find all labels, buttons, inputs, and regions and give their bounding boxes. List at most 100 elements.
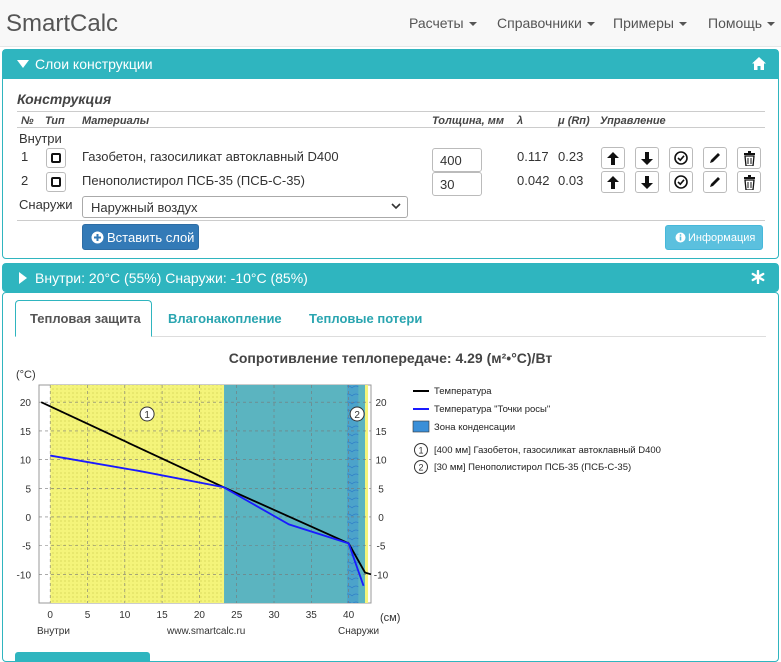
tab-moisture-label[interactable]: Влагонакопление (168, 311, 282, 326)
check-button[interactable] (669, 171, 693, 193)
y-tick-label-right: 0 (378, 513, 384, 524)
nav-help-label: Помощь (708, 15, 763, 31)
divider (17, 111, 765, 112)
row-1-thickness-input[interactable] (432, 148, 482, 172)
section-title: Конструкция (17, 91, 112, 107)
navbar: SmartCalc Расчеты Справочники Примеры По… (0, 0, 781, 47)
nav-calculations[interactable]: Расчеты (409, 15, 477, 31)
outside-label: Снаружи (19, 197, 73, 212)
layer-marker-label: 2 (354, 410, 360, 421)
inside-axis-label: Внутри (37, 626, 70, 637)
insert-layer-label: Вставить слой (107, 230, 195, 245)
inside-label: Внутри (19, 131, 62, 146)
layers-panel-header[interactable]: Слои конструкции (3, 50, 778, 79)
bottom-action-button[interactable] (15, 652, 150, 662)
climate-panel: Внутри: 20°C (55%) Снаружи: -10°C (85%) (2, 263, 779, 292)
check-circle-icon (674, 175, 688, 189)
y-tick-label-left: 10 (20, 456, 32, 467)
site-label: www.smartcalc.ru (166, 626, 245, 637)
x-tick-label: 40 (343, 610, 355, 621)
plus-circle-icon (91, 231, 104, 244)
pencil-icon (710, 153, 720, 163)
check-circle-icon (674, 151, 688, 165)
caret-down-icon (468, 22, 477, 27)
y-tick-label-right: 10 (375, 456, 387, 467)
trash-icon (743, 174, 755, 190)
x-axis-label: (см) (380, 612, 400, 624)
x-tick-label: 10 (119, 610, 131, 621)
col-thickness: Толщина, мм (432, 115, 505, 127)
edit-button[interactable] (703, 171, 727, 193)
outside-axis-label: Снаружи (338, 626, 379, 637)
col-control: Управление (600, 115, 666, 127)
y-tick-label-right: -5 (377, 542, 386, 553)
col-lambda: λ (517, 115, 524, 127)
insert-layer-button[interactable]: Вставить слой (82, 224, 199, 250)
col-num: № (21, 115, 34, 127)
x-tick-label: 20 (194, 610, 206, 621)
row-1-mu: 0.23 (558, 149, 584, 164)
y-tick-label-right: 5 (378, 484, 384, 495)
brand-logo[interactable]: SmartCalc (6, 10, 118, 38)
layer-band-2 (224, 385, 366, 603)
edit-button[interactable] (703, 147, 727, 169)
legend-label: [400 мм] Газобетон, газосиликат автоклав… (434, 445, 661, 456)
tab-thermal-protection-label[interactable]: Тепловая защита (30, 311, 141, 326)
pencil-icon (710, 177, 720, 187)
caret-down-icon (586, 22, 595, 27)
move-up-button[interactable] (601, 147, 625, 169)
y-tick-label-right: 15 (375, 427, 387, 438)
arrow-up-icon (607, 151, 619, 165)
row-1-lambda: 0.117 (517, 149, 549, 164)
home-icon[interactable] (751, 56, 767, 71)
outside-select-value: Наружный воздух (91, 200, 198, 215)
climate-panel-header[interactable]: Внутри: 20°C (55%) Снаружи: -10°C (85%) (3, 264, 778, 291)
asterisk-icon[interactable] (751, 270, 765, 284)
collapse-triangle-icon (17, 60, 29, 68)
y-tick-label-left: 5 (25, 484, 31, 495)
col-type: Тип (45, 115, 65, 127)
move-up-button[interactable] (601, 171, 625, 193)
row-1-material[interactable]: Газобетон, газосиликат автоклавный D400 (82, 149, 339, 164)
legend-label: Зона конденсации (434, 422, 515, 433)
move-down-button[interactable] (635, 147, 659, 169)
layer-type-button[interactable] (46, 148, 66, 168)
delete-button[interactable] (737, 171, 761, 193)
row-2-material[interactable]: Пенополистирол ПСБ-35 (ПСБ-С-35) (82, 173, 305, 188)
nav-help[interactable]: Помощь (708, 15, 776, 31)
y-tick-label-left: 0 (25, 513, 31, 524)
x-tick-label: 35 (306, 610, 318, 621)
y-tick-label-left: 15 (20, 427, 32, 438)
legend-marker-label: 1 (418, 446, 423, 456)
nav-references[interactable]: Справочники (497, 15, 595, 31)
trash-icon (743, 150, 755, 166)
legend-label: [30 мм] Пенополистирол ПСБ-35 (ПСБ-С-35) (434, 462, 631, 473)
nav-examples[interactable]: Примеры (613, 15, 687, 31)
outside-environment-select[interactable]: Наружный воздух (82, 196, 408, 218)
info-button[interactable]: Информация (665, 225, 763, 250)
arrow-up-icon (607, 175, 619, 189)
row-1-num: 1 (21, 149, 29, 164)
climate-panel-title: Внутри: 20°C (55%) Снаружи: -10°C (85%) (35, 270, 308, 286)
row-2-num: 2 (21, 173, 29, 188)
caret-down-icon (767, 22, 776, 27)
y-tick-label-right: 20 (375, 398, 387, 409)
divider (17, 220, 765, 221)
caret-down-icon (678, 22, 687, 27)
nav-references-label: Справочники (497, 15, 582, 31)
tab-heat-loss-label[interactable]: Тепловые потери (309, 311, 422, 326)
y-tick-label-right: -10 (374, 570, 389, 581)
layer-type-button[interactable] (46, 172, 66, 192)
x-tick-label: 25 (231, 610, 243, 621)
delete-button[interactable] (737, 147, 761, 169)
arrow-down-icon (641, 151, 653, 165)
move-down-button[interactable] (635, 171, 659, 193)
x-tick-label: 0 (47, 610, 53, 621)
legend-swatch (412, 420, 430, 433)
thermal-chart: 1 2 20 20 15 15 10 10 5 5 0 0 -5 -5 -10 -10 0 5 10 15 20 25 3… (16, 369, 661, 637)
info-icon (675, 232, 686, 243)
row-2-thickness-input[interactable] (432, 172, 482, 196)
check-button[interactable] (669, 147, 693, 169)
y-tick-label-left: -10 (17, 570, 32, 581)
row-2-mu: 0.03 (558, 173, 584, 188)
